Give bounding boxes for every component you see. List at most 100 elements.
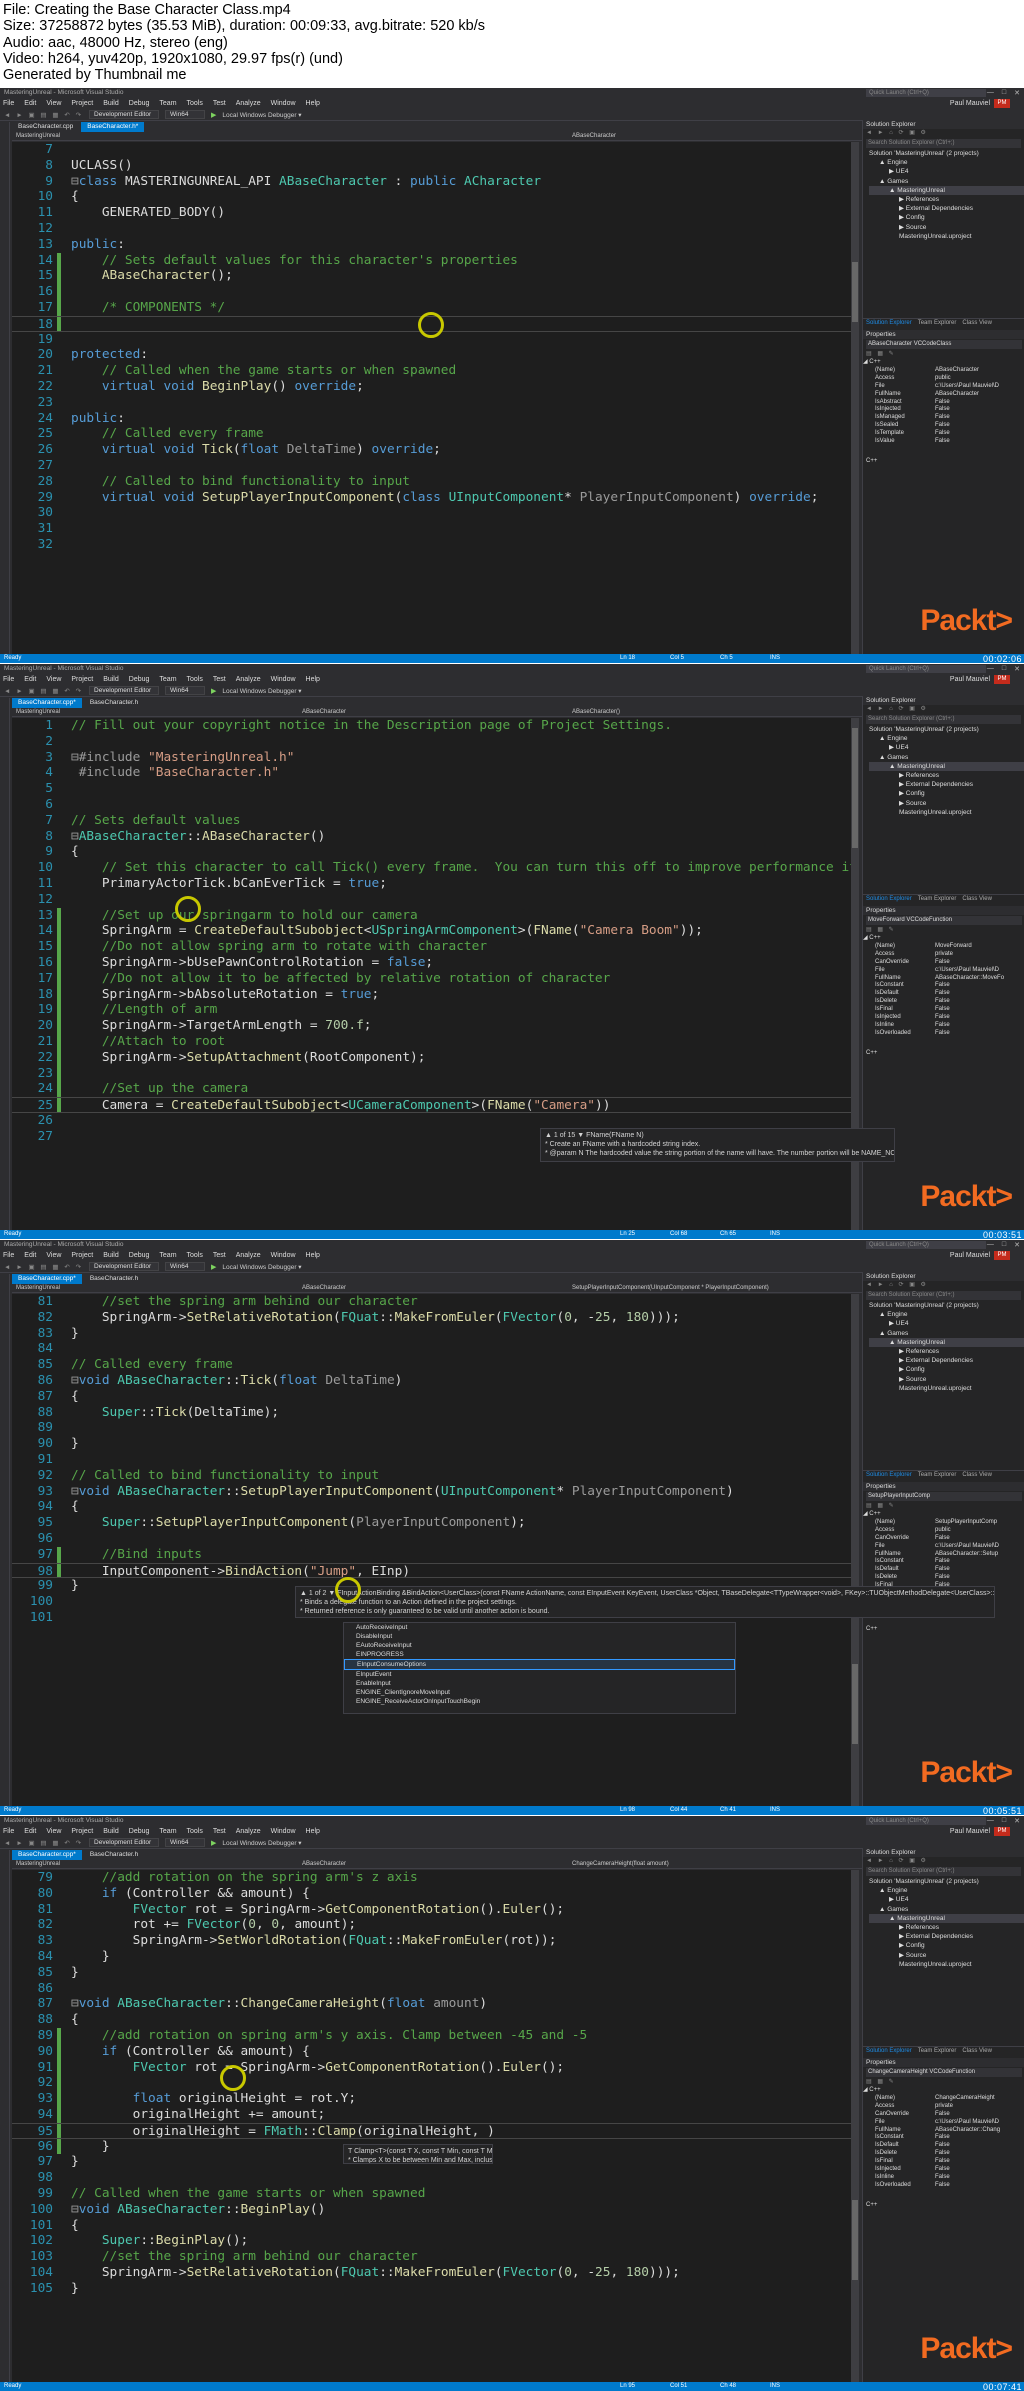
code-line[interactable]: 97 //Bind inputs (12, 1546, 857, 1563)
tree-item[interactable]: ▶ Config (869, 1365, 1024, 1374)
tree-item[interactable]: ▶ References (869, 1923, 1024, 1932)
code-line[interactable]: 6 (12, 797, 857, 813)
tree-item[interactable]: Solution 'MasteringUnreal' (2 projects) (869, 725, 1024, 734)
avatar[interactable]: PM (994, 99, 1010, 108)
tab-second[interactable]: BaseCharacter.h* (81, 122, 145, 132)
solution-search-input[interactable]: Search Solution Explorer (Ctrl+;) (866, 1291, 1021, 1300)
code-line[interactable]: 13 public: (12, 237, 857, 253)
nav-dropdown[interactable]: ChangeCameraHeight(float amount) (572, 1860, 669, 1869)
code-line[interactable]: 82 SpringArm->SetRelativeRotation(FQuat:… (12, 1310, 857, 1326)
explorer-tab[interactable]: Solution Explorer (866, 319, 912, 327)
property-row[interactable]: FullName ABaseCharacter::Setup (863, 1551, 1024, 1559)
explorer-tab[interactable]: Team Explorer (918, 895, 957, 903)
tree-item[interactable]: ▶ Config (869, 1941, 1024, 1950)
property-row[interactable]: File c:\Users\Paul Mauviel\D (863, 2119, 1024, 2127)
quick-launch-input[interactable]: Quick Launch (Ctrl+Q) (866, 665, 986, 673)
intellisense-item[interactable]: EAutoReceiveInput (344, 1641, 735, 1650)
tree-item[interactable]: ▲ Engine (869, 1310, 1024, 1319)
tree-item[interactable]: ▶ External Dependencies (869, 1932, 1024, 1941)
start-debug-icon[interactable]: ▶ (211, 1839, 216, 1847)
side-toolbox-strip[interactable] (0, 698, 10, 1238)
tree-item[interactable]: ▶ References (869, 771, 1024, 780)
code-line[interactable]: 99 // Called when the game starts or when… (12, 2186, 857, 2202)
tree-item[interactable]: ▶ UE4 (869, 1319, 1024, 1328)
code-editor[interactable]: 81 //set the spring arm behind our chara… (12, 1294, 859, 1806)
explorer-tab[interactable]: Team Explorer (918, 2047, 957, 2055)
intellisense-item[interactable]: EnableInput (344, 1679, 735, 1688)
code-line[interactable]: 84 (12, 1341, 857, 1357)
tree-item[interactable]: ▲ Engine (869, 734, 1024, 743)
code-line[interactable]: 103 //set the spring arm behind our char… (12, 2249, 857, 2265)
side-toolbox-strip[interactable] (0, 1850, 10, 2390)
code-line[interactable]: 24 public: (12, 411, 857, 427)
property-row[interactable]: CanOverride False (863, 959, 1024, 967)
code-line[interactable]: 17 //Do not allow it to be affected by r… (12, 970, 857, 987)
menu-item-help[interactable]: Help (306, 1250, 320, 1261)
menu-item-team[interactable]: Team (159, 1250, 176, 1261)
maximize-button[interactable]: □ (1002, 1241, 1006, 1249)
menu-item-view[interactable]: View (46, 1826, 61, 1837)
code-line[interactable]: 25 Camera = CreateDefaultSubobject<UCame… (12, 1097, 857, 1113)
property-row[interactable]: IsInjected False (863, 406, 1024, 414)
menu-item-build[interactable]: Build (103, 674, 119, 685)
menu-item-analyze[interactable]: Analyze (236, 98, 261, 109)
menu-item-debug[interactable]: Debug (129, 98, 150, 109)
code-line[interactable]: 20 protected: (12, 347, 857, 363)
menu-item-team[interactable]: Team (159, 98, 176, 109)
code-line[interactable]: 90} (12, 1436, 857, 1452)
tree-item[interactable]: ▶ Source (869, 223, 1024, 232)
property-row[interactable]: Access public (863, 375, 1024, 383)
code-line[interactable]: 96 (12, 1531, 857, 1547)
property-row[interactable]: IsValue False (863, 438, 1024, 446)
code-line[interactable]: 86 (12, 1981, 857, 1997)
property-row[interactable]: (Name) MoveForward (863, 943, 1024, 951)
code-line[interactable]: 15 ABaseCharacter(); (12, 268, 857, 285)
properties-object-select[interactable]: SetupPlayerInputComp (866, 1492, 1022, 1501)
tab-first[interactable]: BaseCharacter.cpp* (12, 1274, 82, 1284)
tree-item[interactable]: ▲ MasteringUnreal (869, 1913, 1024, 1924)
property-row[interactable]: CanOverride False (863, 2111, 1024, 2119)
code-line[interactable]: 32 (12, 537, 857, 553)
property-row[interactable]: (Name) ChangeCameraHeight (863, 2095, 1024, 2103)
avatar[interactable]: PM (994, 1827, 1010, 1836)
property-row[interactable]: IsOverloaded False (863, 2182, 1024, 2190)
menu-item-build[interactable]: Build (103, 1826, 119, 1837)
toolbar-icons[interactable]: ◄ ► ▣ ▤ ▦ ↶ ↷ (4, 1839, 83, 1847)
code-line[interactable]: 87 { (12, 1389, 857, 1405)
config-select[interactable]: Development Editor (89, 110, 160, 119)
tree-item[interactable]: ▶ Source (869, 1375, 1024, 1384)
code-line[interactable]: 21 //Attach to root (12, 1033, 857, 1050)
start-debug-icon[interactable]: ▶ (211, 111, 216, 119)
property-row[interactable]: IsManaged False (863, 414, 1024, 422)
intellisense-item[interactable]: EInputConsumeOptions (344, 1659, 735, 1670)
config-select[interactable]: Development Editor (89, 1262, 160, 1271)
platform-select[interactable]: Win64 (165, 686, 206, 695)
code-line[interactable]: 94 originalHeight += amount; (12, 2106, 857, 2123)
code-line[interactable]: 92 (12, 2075, 857, 2092)
minimize-button[interactable]: — (987, 665, 994, 673)
code-line[interactable]: 91 (12, 1452, 857, 1468)
code-editor[interactable]: 79 //add rotation on the spring arm's z … (12, 1870, 859, 2382)
menu-item-help[interactable]: Help (306, 98, 320, 109)
menu-item-build[interactable]: Build (103, 98, 119, 109)
property-row[interactable]: IsDelete False (863, 2150, 1024, 2158)
menu-item-tools[interactable]: Tools (187, 1826, 203, 1837)
menu-item-file[interactable]: File (3, 1250, 14, 1261)
code-line[interactable]: 10 { (12, 189, 857, 205)
code-line[interactable]: 12 (12, 892, 857, 908)
code-line[interactable]: 3 ⊟#include "MasteringUnreal.h" (12, 750, 857, 766)
property-row[interactable]: IsConstant False (863, 982, 1024, 990)
code-line[interactable]: 101 { (12, 2218, 857, 2234)
debugger-label[interactable]: Local Windows Debugger ▾ (222, 1263, 301, 1271)
tree-item[interactable]: ▲ Games (869, 1329, 1024, 1338)
tree-item[interactable]: Solution 'MasteringUnreal' (2 projects) (869, 149, 1024, 158)
code-line[interactable]: 9 ⊟class MASTERINGUNREAL_API ABaseCharact… (12, 174, 857, 190)
code-line[interactable]: 12 (12, 221, 857, 237)
code-line[interactable]: 31 (12, 521, 857, 537)
code-line[interactable]: 30 (12, 505, 857, 521)
menu-item-edit[interactable]: Edit (24, 98, 36, 109)
nav-dropdown[interactable]: MasteringUnreal (16, 1860, 60, 1869)
menu-item-analyze[interactable]: Analyze (236, 674, 261, 685)
menu-item-help[interactable]: Help (306, 1826, 320, 1837)
property-row[interactable]: IsOverloaded False (863, 1030, 1024, 1038)
